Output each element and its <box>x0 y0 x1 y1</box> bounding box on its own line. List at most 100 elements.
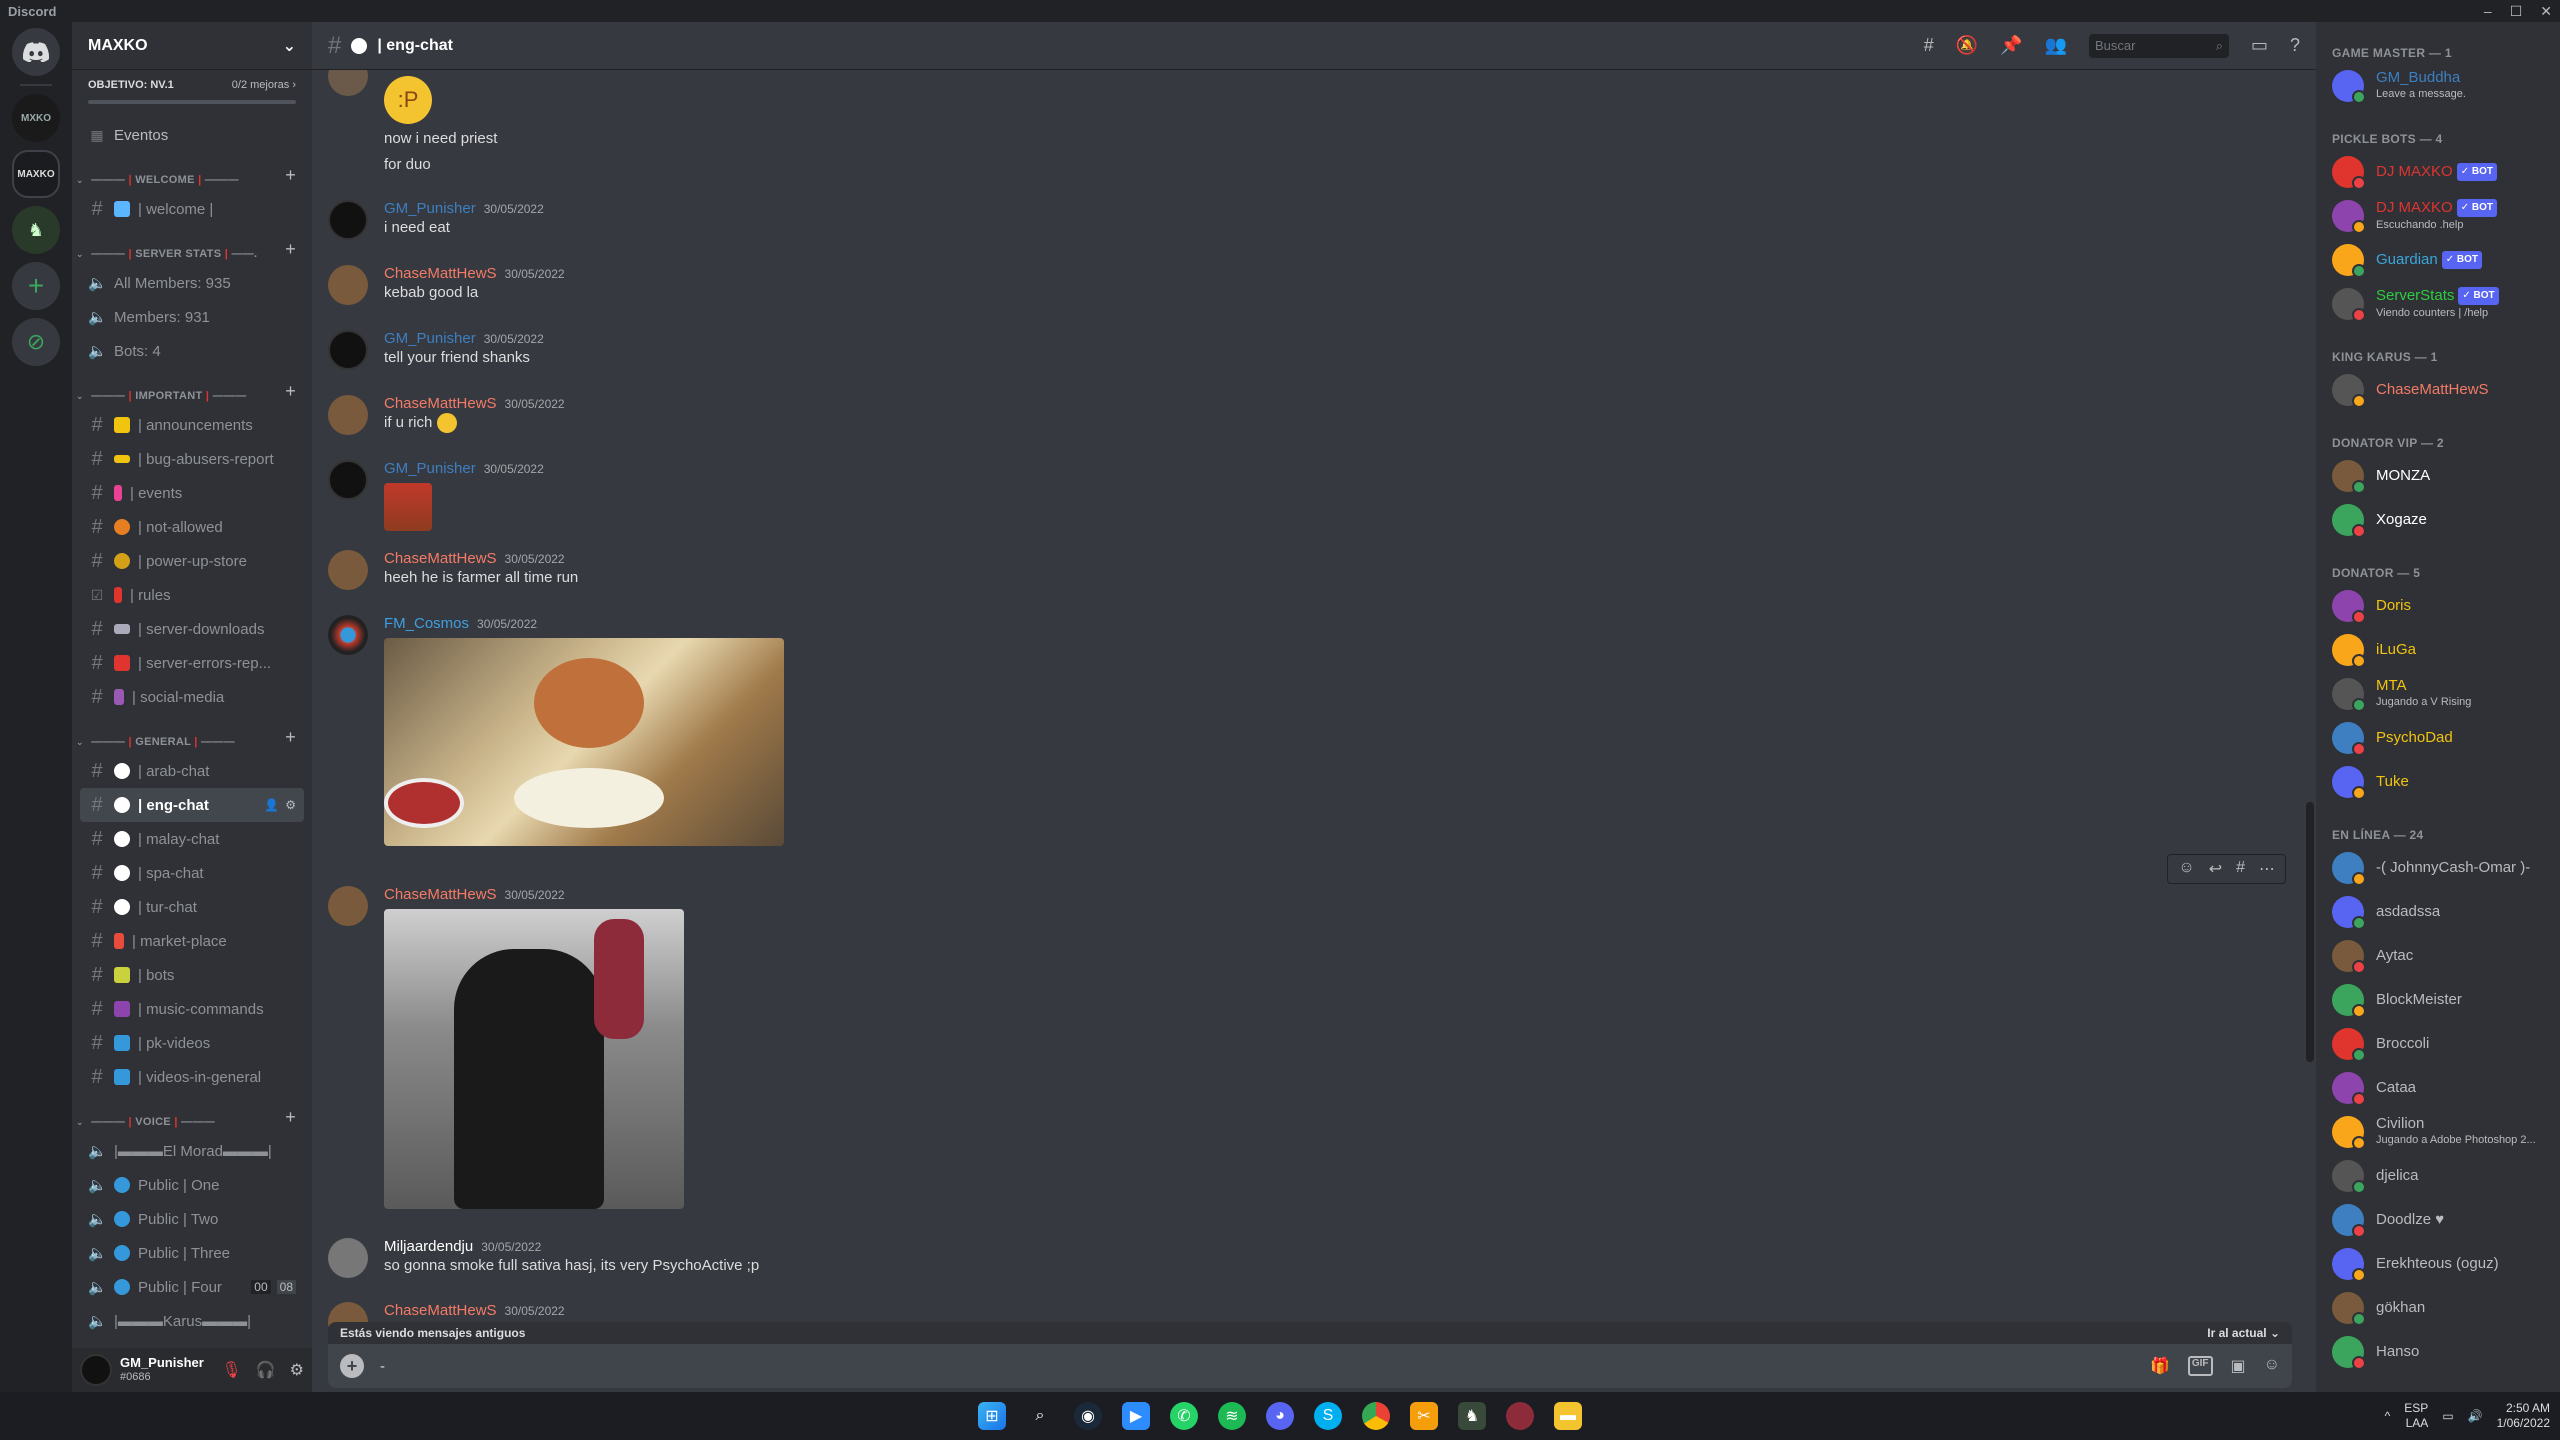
member-row[interactable]: djelica <box>2324 1154 2552 1198</box>
member-row[interactable]: ServerStats ✓ BOT Viendo counters | /help <box>2324 282 2552 326</box>
channel-eng-chat[interactable]: # | eng-chat 👤 ⚙ <box>80 788 304 822</box>
member-row[interactable]: Doris <box>2324 584 2552 628</box>
member-row[interactable]: MONZA <box>2324 454 2552 498</box>
member-row[interactable]: asdadssa <box>2324 890 2552 934</box>
sticker-icon[interactable]: ▣ <box>2231 1356 2246 1376</box>
channel-market-place[interactable]: # | market-place <box>80 924 304 958</box>
voice-public-three[interactable]: 🔈 Public | Three <box>80 1236 304 1270</box>
discord-icon[interactable]: ◕ <box>1266 1402 1294 1430</box>
game-icon[interactable]: ♞ <box>1458 1402 1486 1430</box>
server-icon-1[interactable]: MXKO <box>12 94 60 142</box>
channel-bots[interactable]: # | bots <box>80 958 304 992</box>
category-welcome[interactable]: ⌄ ——— | WELCOME | ——— + <box>72 152 312 192</box>
add-channel-icon[interactable]: + <box>285 727 296 748</box>
add-server-icon[interactable]: + <box>12 262 60 310</box>
member-row[interactable]: Civilion Jugando a Adobe Photoshop 2... <box>2324 1110 2552 1154</box>
author-avatar[interactable] <box>328 265 368 305</box>
channel-malay-chat[interactable]: # | malay-chat <box>80 822 304 856</box>
member-row[interactable]: MTA Jugando a V Rising <box>2324 672 2552 716</box>
author-name[interactable]: ChaseMattHewS <box>384 395 497 412</box>
chrome-icon[interactable] <box>1362 1402 1390 1430</box>
explore-servers-icon[interactable]: ⊘ <box>12 318 60 366</box>
steam-icon[interactable]: ◉ <box>1074 1402 1102 1430</box>
gear-icon[interactable]: ⚙ <box>285 798 296 812</box>
author-name[interactable]: FM_Cosmos <box>384 615 469 632</box>
channel-not-allowed[interactable]: # | not-allowed <box>80 510 304 544</box>
category-important[interactable]: ⌄ ——— | IMPORTANT | ——— + <box>72 368 312 408</box>
minimize-icon[interactable]: – <box>2484 3 2492 20</box>
stat-bots[interactable]: 🔈 Bots: 4 <box>80 334 304 368</box>
server-icon-3[interactable]: ♞ <box>12 206 60 254</box>
member-list-icon[interactable]: 👥 <box>2045 35 2067 56</box>
voice-public-two[interactable]: 🔈 Public | Two <box>80 1202 304 1236</box>
author-avatar[interactable] <box>328 70 368 96</box>
member-row[interactable]: Aytac <box>2324 934 2552 978</box>
author-avatar[interactable] <box>328 886 368 926</box>
voice-public-four[interactable]: 🔈 Public | Four 00 08 <box>80 1270 304 1304</box>
author-name[interactable]: GM_Punisher <box>384 200 476 217</box>
channel-bug-abusers-report[interactable]: # | bug-abusers-report <box>80 442 304 476</box>
stat-members[interactable]: 🔈 Members: 931 <box>80 300 304 334</box>
author-avatar[interactable] <box>328 615 368 655</box>
mute-mic-icon[interactable]: 🎙 <box>221 1360 241 1380</box>
author-avatar[interactable] <box>328 330 368 370</box>
inbox-icon[interactable]: ▭ <box>2251 35 2268 56</box>
avatar-app-icon[interactable] <box>1506 1402 1534 1430</box>
user-settings-gear-icon[interactable]: ⚙ <box>290 1360 304 1380</box>
volume-icon[interactable]: 🔊 <box>2468 1409 2483 1423</box>
channel-music-commands[interactable]: # | music-commands <box>80 992 304 1026</box>
emoji-icon[interactable]: ☺ <box>2264 1356 2280 1376</box>
scrollbar-thumb[interactable] <box>2306 802 2314 1062</box>
server-header[interactable]: MAXKO ⌄ <box>72 22 312 70</box>
add-channel-icon[interactable]: + <box>285 239 296 260</box>
stat-all-members[interactable]: 🔈 All Members: 935 <box>80 266 304 300</box>
gif-attachment[interactable] <box>384 638 784 846</box>
author-name[interactable]: ChaseMattHewS <box>384 1302 497 1319</box>
author-avatar[interactable] <box>328 200 368 240</box>
file-explorer-icon[interactable]: ▬ <box>1554 1402 1582 1430</box>
reply-icon[interactable]: ↩ <box>2209 859 2222 879</box>
notification-bell-muted-icon[interactable]: 🔕 <box>1956 35 1978 56</box>
channel-rules[interactable]: ☑ | rules <box>80 578 304 612</box>
jump-to-present-button[interactable]: Ir al actual ⌄ <box>2207 1326 2280 1340</box>
add-reaction-icon[interactable]: ☺ <box>2178 859 2194 879</box>
snipping-tool-icon[interactable]: ✂ <box>1410 1402 1438 1430</box>
zoom-icon[interactable]: ▶ <box>1122 1402 1150 1430</box>
gift-icon[interactable]: 🎁 <box>2150 1356 2170 1376</box>
channel-videos-in-general[interactable]: # | videos-in-general <box>80 1060 304 1094</box>
author-avatar[interactable] <box>328 460 368 500</box>
add-channel-icon[interactable]: + <box>285 1107 296 1128</box>
author-name[interactable]: GM_Punisher <box>384 330 476 347</box>
attach-plus-icon[interactable]: + <box>340 1354 364 1378</box>
channel-server-errors-report[interactable]: # | server-errors-rep... <box>80 646 304 680</box>
windows-start-icon[interactable]: ⊞ <box>978 1402 1006 1430</box>
search-input[interactable]: Buscar ⌕ <box>2088 33 2229 58</box>
create-thread-icon[interactable]: # <box>2236 859 2245 879</box>
voice-public-one[interactable]: 🔈 Public | One <box>80 1168 304 1202</box>
channel-events[interactable]: # | events <box>80 476 304 510</box>
member-row[interactable]: gökhan <box>2324 1286 2552 1330</box>
add-member-icon[interactable]: 👤 <box>264 798 279 812</box>
message-input[interactable]: - <box>380 1358 2134 1375</box>
gif-icon[interactable]: GIF <box>2187 1356 2213 1376</box>
member-row[interactable]: Broccoli <box>2324 1022 2552 1066</box>
author-name[interactable]: GM_Punisher <box>384 460 476 477</box>
discord-home-icon[interactable] <box>12 28 60 76</box>
member-row[interactable]: -( JohnnyCash-Omar )- <box>2324 846 2552 890</box>
network-icon[interactable]: ▭ <box>2442 1409 2453 1423</box>
language-indicator[interactable]: ESP LAA <box>2404 1401 2428 1431</box>
help-icon[interactable]: ? <box>2290 35 2300 56</box>
add-channel-icon[interactable]: + <box>285 381 296 402</box>
close-icon[interactable]: ✕ <box>2540 3 2552 20</box>
spotify-icon[interactable]: ≋ <box>1218 1402 1246 1430</box>
member-row[interactable]: Cataa <box>2324 1066 2552 1110</box>
boost-goal[interactable]: OBJETIVO: NV.1 0/2 mejoras › <box>72 70 312 100</box>
author-name[interactable]: ChaseMattHewS <box>384 265 497 282</box>
pinned-messages-icon[interactable]: 📌 <box>2000 35 2022 56</box>
member-row[interactable]: PsychoDad <box>2324 716 2552 760</box>
clock[interactable]: 2:50 AM 1/06/2022 <box>2497 1401 2550 1431</box>
channel-announcements[interactable]: # | announcements <box>80 408 304 442</box>
channel-power-up-store[interactable]: # | power-up-store <box>80 544 304 578</box>
voice-karus[interactable]: 🔈 |▬▬▬Karus▬▬▬| <box>80 1304 304 1338</box>
category-general[interactable]: ⌄ ——— | GENERAL | ——— + <box>72 714 312 754</box>
